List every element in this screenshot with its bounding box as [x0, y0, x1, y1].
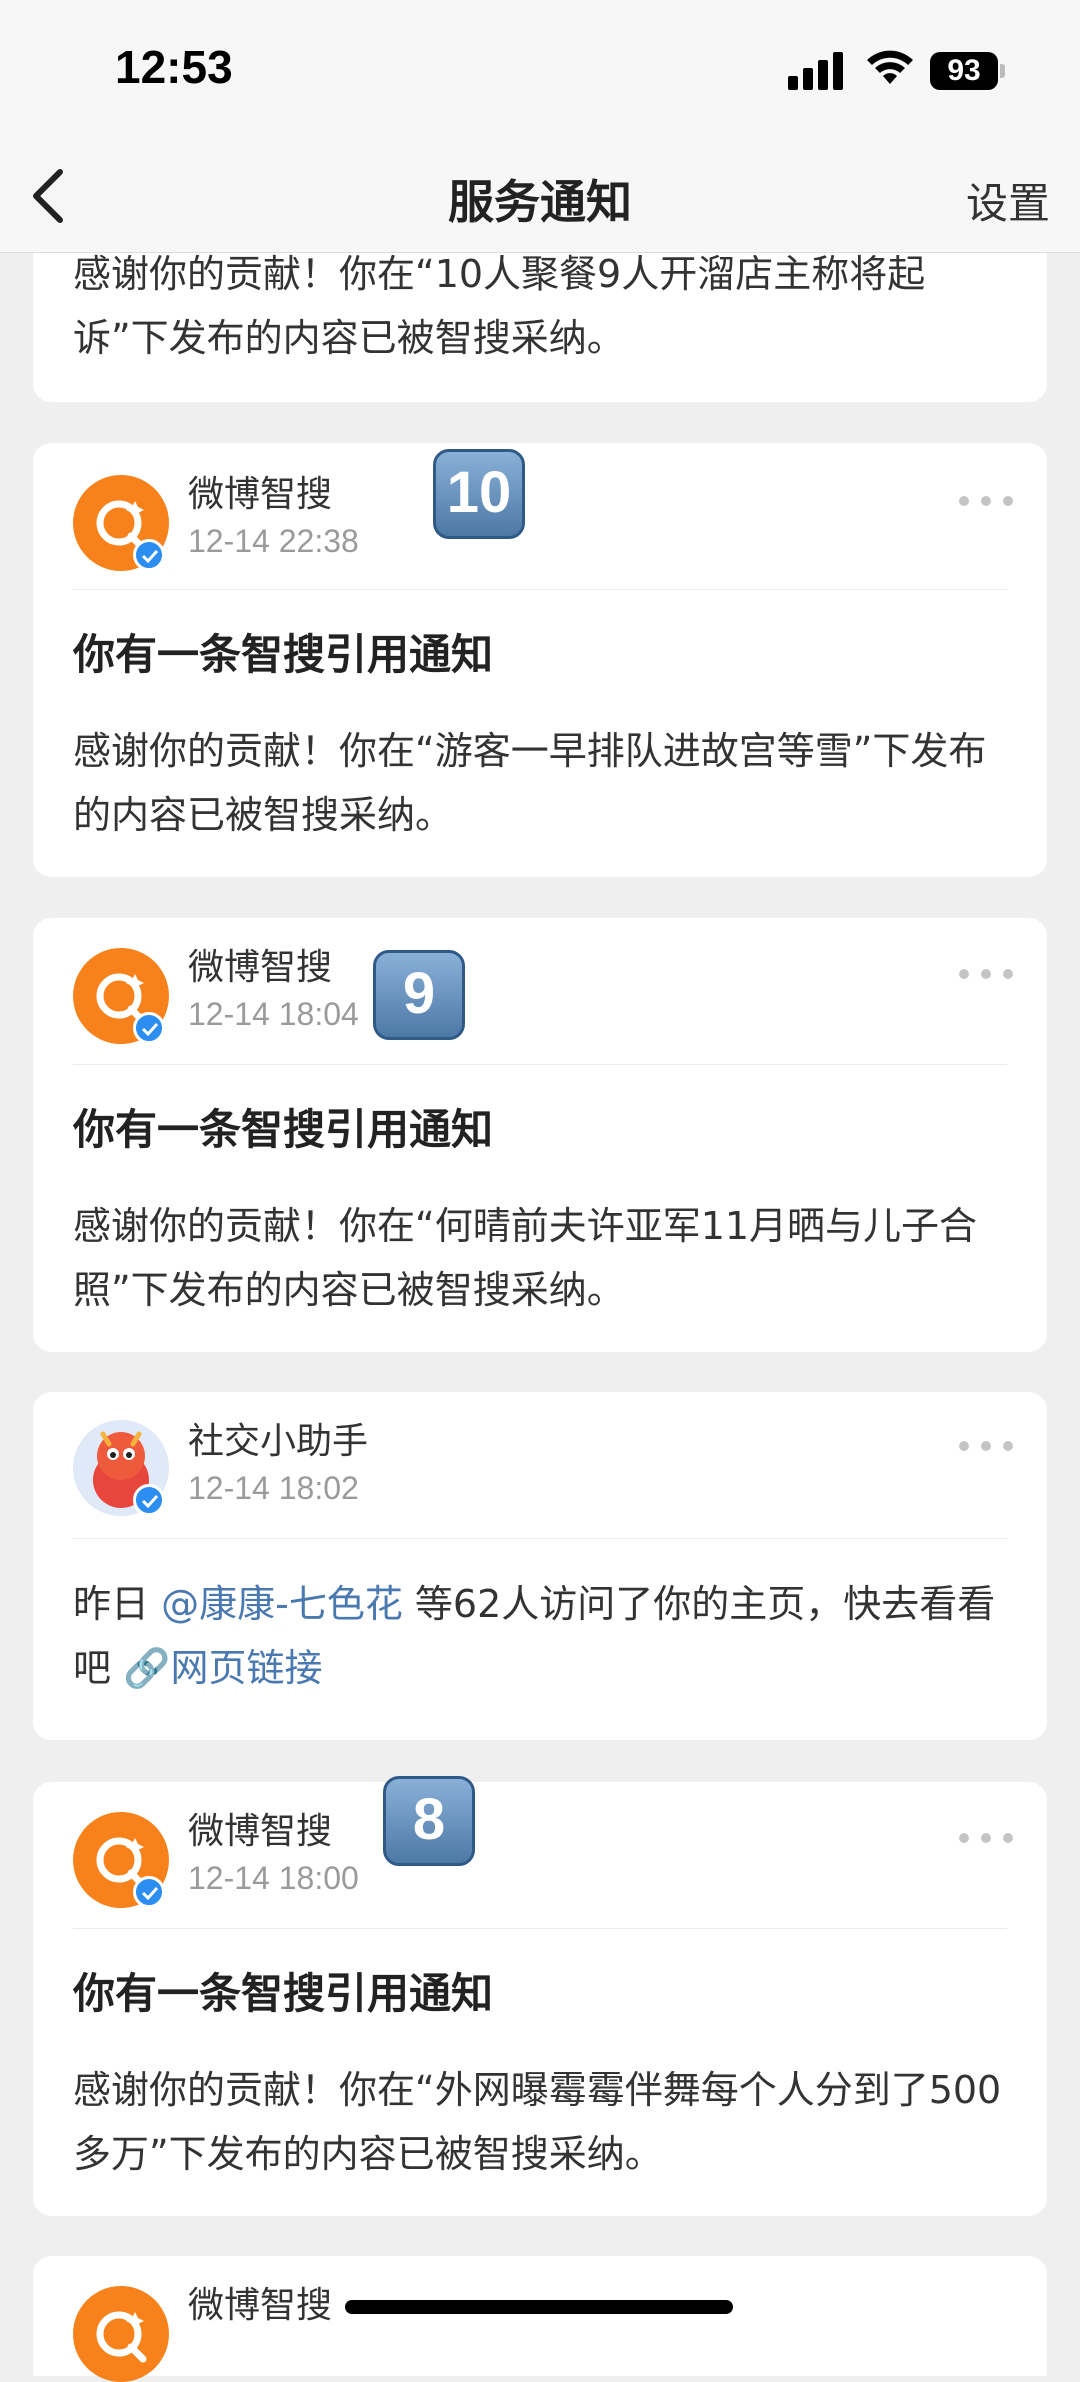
link-icon: 🔗	[123, 1646, 171, 1690]
more-options-icon[interactable]	[959, 494, 1019, 508]
timestamp: 12-14 18:04	[188, 996, 359, 1032]
settings-button[interactable]: 设置	[966, 170, 1050, 231]
battery-level: 93	[930, 52, 998, 90]
divider	[73, 1928, 1007, 1929]
battery-tip	[1000, 64, 1005, 78]
verified-badge-icon	[133, 1012, 165, 1044]
sender-name: 微博智搜	[188, 947, 333, 988]
more-options-icon[interactable]	[959, 1831, 1019, 1845]
divider	[73, 589, 1007, 590]
notice-prefix: 昨日	[73, 1582, 150, 1626]
divider	[73, 1064, 1007, 1065]
more-options-icon[interactable]	[959, 967, 1019, 981]
notice-text: 感谢你的贡献！你在“10人聚餐9人开溜店主称将起诉”下发布的内容已被智搜采纳。	[73, 252, 926, 360]
sender-name: 微博智搜	[188, 474, 333, 515]
notification-card[interactable]: 微博智搜 12-14 18:04 9 你有一条智搜引用通知 感谢你的贡献！你在“…	[33, 918, 1047, 1352]
sender-name: 微博智搜	[188, 2285, 333, 2326]
weibo-search-avatar[interactable]	[73, 2286, 169, 2382]
number-badge: 8	[383, 1776, 475, 1866]
sender-name: 社交小助手	[188, 1421, 369, 1462]
nav-bar: 服务通知 设置	[0, 140, 1080, 253]
notification-card[interactable]: 微博智搜 12-14 22:38 10 你有一条智搜引用通知 感谢你的贡献！你在…	[33, 443, 1047, 877]
web-link[interactable]: 🔗网页链接	[123, 1646, 322, 1690]
verified-badge-icon	[133, 1876, 165, 1908]
notice-text: 感谢你的贡献！你在“外网曝霉霉伴舞每个人分到了500多万”下发布的内容已被智搜采…	[73, 2068, 1002, 2176]
number-badge: 10	[433, 449, 525, 539]
sender-name: 微博智搜	[188, 1811, 333, 1852]
wifi-icon	[867, 50, 913, 84]
verified-badge-icon	[133, 1484, 165, 1516]
timestamp: 12-14 18:00	[188, 1860, 359, 1896]
notice-title: 你有一条智搜引用通知	[73, 1105, 494, 1154]
verified-badge-icon	[133, 539, 165, 571]
user-mention-link[interactable]: @康康-七色花	[161, 1582, 403, 1626]
notification-card[interactable]: 微博智搜	[33, 2256, 1047, 2382]
notice-text: 感谢你的贡献！你在“游客一早排队进故宫等雪”下发布的内容已被智搜采纳。	[73, 729, 987, 837]
number-badge: 9	[373, 950, 465, 1040]
page-title: 服务通知	[448, 175, 632, 229]
notification-card[interactable]: 微博智搜 12-14 18:00 8 你有一条智搜引用通知 感谢你的贡献！你在“…	[33, 1776, 1047, 2216]
visit-notice-text: 昨日 @康康-七色花 等62人访问了你的主页，快去看看吧 🔗网页链接	[73, 1572, 1013, 1700]
web-link-label: 网页链接	[170, 1646, 323, 1690]
notice-title: 你有一条智搜引用通知	[73, 1969, 494, 2018]
timestamp: 12-14 22:38	[188, 523, 359, 559]
more-options-icon[interactable]	[959, 1439, 1019, 1453]
divider	[73, 1538, 1007, 1539]
search-logo-icon	[96, 2311, 147, 2363]
timestamp: 12-14 18:02	[188, 1470, 359, 1506]
status-bar: 12:53 93	[0, 0, 1080, 140]
notification-card[interactable]: 社交小助手 12-14 18:02 昨日 @康康-七色花 等62人访问了你的主页…	[33, 1392, 1047, 1740]
status-time: 12:53	[115, 41, 233, 93]
home-indicator	[345, 2300, 733, 2314]
notice-title: 你有一条智搜引用通知	[73, 630, 494, 679]
signal-icon	[788, 50, 844, 90]
notice-text: 感谢你的贡献！你在“何晴前夫许亚军11月晒与儿子合照”下发布的内容已被智搜采纳。	[73, 1204, 978, 1312]
